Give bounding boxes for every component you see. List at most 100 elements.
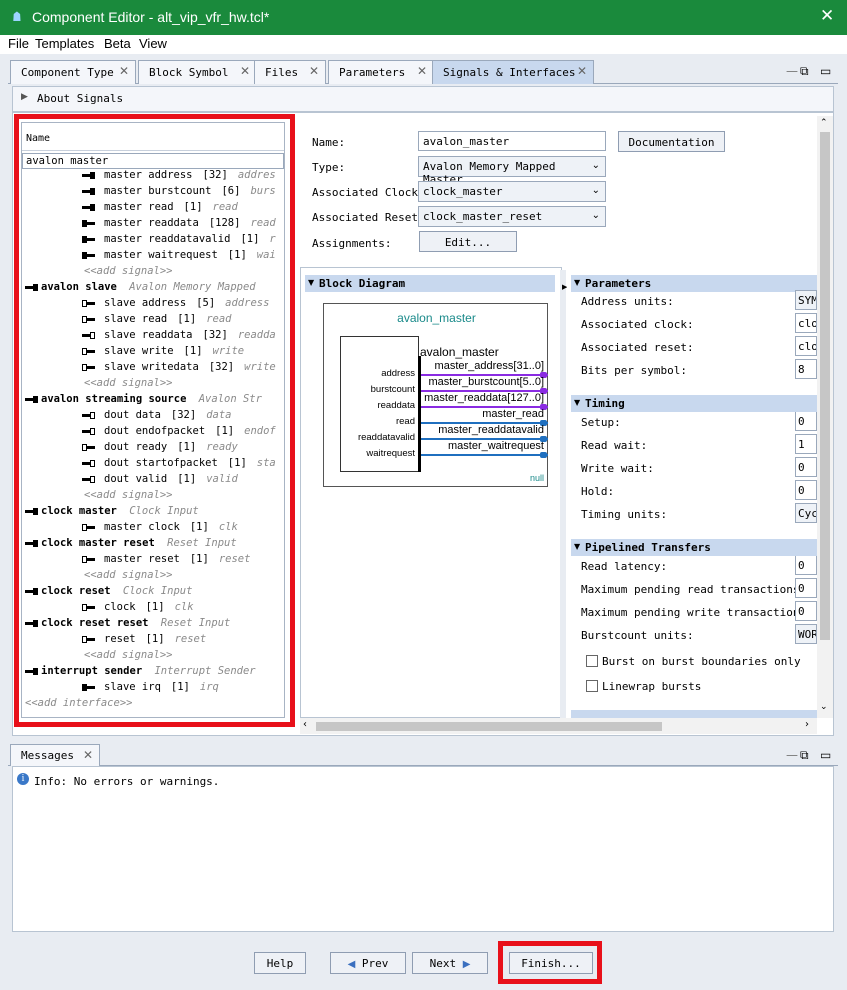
right-pin-label: master_readdatavalid xyxy=(438,424,544,436)
pin-wire xyxy=(421,454,548,456)
block-diagram-header[interactable]: ▼ Block Diagram xyxy=(305,275,555,292)
restore-icon[interactable]: ⧉ xyxy=(800,748,809,763)
param-label: Read wait: xyxy=(581,439,648,452)
left-pin-label: read xyxy=(395,416,415,427)
parameters-header[interactable]: ▼ Parameters xyxy=(571,275,817,292)
horizontal-scroll-thumb[interactable] xyxy=(316,722,662,731)
expand-triangle-icon[interactable]: ▶ xyxy=(21,92,28,102)
param-value[interactable]: clo xyxy=(795,313,817,333)
tab-label: Component Type xyxy=(21,66,114,79)
collapse-triangle-icon[interactable]: ▼ xyxy=(574,278,580,287)
maximize-icon[interactable]: ▭ xyxy=(820,64,831,78)
menu-templates[interactable]: Templates xyxy=(35,36,94,51)
tab-parameters[interactable]: Parameters ✕ xyxy=(328,60,434,84)
param-label: Read latency: xyxy=(581,560,668,573)
chevron-down-icon: ⌄ xyxy=(591,160,600,171)
param-value[interactable]: SYM xyxy=(795,290,817,310)
vertical-scroll-thumb[interactable] xyxy=(820,132,830,640)
close-tab-icon[interactable]: ✕ xyxy=(83,748,93,762)
minimize-icon[interactable]: — xyxy=(786,748,798,762)
reset-select-value: clock_master_reset xyxy=(423,210,543,223)
linewrap-checkbox[interactable] xyxy=(586,680,598,692)
param-label: Hold: xyxy=(581,485,615,498)
collapse-triangle-icon[interactable]: ▼ xyxy=(308,278,314,287)
param-value[interactable]: 0 xyxy=(795,457,817,477)
close-tab-icon[interactable]: ✕ xyxy=(577,64,587,78)
maximize-icon[interactable]: ▭ xyxy=(820,748,831,762)
diagram-title: avalon_master xyxy=(397,311,476,325)
tab-label: Files xyxy=(265,66,299,79)
about-signals-label: About Signals xyxy=(37,92,124,105)
tab-component-type[interactable]: Component Type ✕ xyxy=(10,60,136,84)
collapse-triangle-icon[interactable]: ▼ xyxy=(574,398,580,407)
timing-header[interactable]: ▼ Timing xyxy=(571,395,817,412)
param-value[interactable]: clo xyxy=(795,336,817,356)
tab-files[interactable]: Files ✕ xyxy=(254,60,326,84)
tab-signals-interfaces[interactable]: Signals & Interfaces ✕ xyxy=(432,60,594,84)
info-icon: i xyxy=(17,773,29,785)
name-label: Name: xyxy=(312,136,346,149)
param-value[interactable]: WOR xyxy=(795,624,817,644)
next-section-header[interactable] xyxy=(571,710,817,718)
scroll-left-icon[interactable]: ‹ xyxy=(303,719,307,730)
prev-button[interactable]: ◀ Prev xyxy=(330,952,406,974)
horizontal-scrollbar[interactable]: ‹ › xyxy=(300,718,817,734)
param-value[interactable]: 1 xyxy=(795,434,817,454)
burst-boundaries-checkbox[interactable] xyxy=(586,655,598,667)
param-value[interactable]: Cyc xyxy=(795,503,817,523)
pipelined-header[interactable]: ▼ Pipelined Transfers xyxy=(571,539,817,556)
next-label: Next xyxy=(429,957,457,970)
menu-view[interactable]: View xyxy=(139,36,167,51)
diagram-footer: null xyxy=(530,473,545,483)
pipelined-title: Pipelined Transfers xyxy=(585,541,711,554)
reset-select[interactable]: clock_master_reset ⌄ xyxy=(418,206,606,227)
param-value[interactable]: 8 xyxy=(795,359,817,379)
left-pin-label: waitrequest xyxy=(366,448,415,459)
param-value[interactable]: 0 xyxy=(795,411,817,431)
clock-label: Associated Clock: xyxy=(312,186,425,199)
menu-file[interactable]: File xyxy=(8,36,29,51)
param-value[interactable]: 0 xyxy=(795,555,817,575)
vertical-scrollbar[interactable]: ⌃ ⌄ xyxy=(817,116,833,718)
close-tab-icon[interactable]: ✕ xyxy=(417,64,427,78)
close-tab-icon[interactable]: ✕ xyxy=(240,64,250,78)
right-pin-label: master_waitrequest xyxy=(448,440,544,452)
tab-block-symbol[interactable]: Block Symbol ✕ xyxy=(138,60,257,84)
scroll-down-icon[interactable]: ⌄ xyxy=(820,702,828,712)
close-tab-icon[interactable]: ✕ xyxy=(119,64,129,78)
collapse-triangle-icon[interactable]: ▼ xyxy=(574,542,580,551)
window-title: Component Editor - alt_vip_vfr_hw.tcl* xyxy=(32,9,270,25)
chevron-down-icon: ⌄ xyxy=(591,185,600,196)
block-diagram: avalon_master avalon_master address burst… xyxy=(323,303,548,487)
tab-messages[interactable]: Messages ✕ xyxy=(10,744,100,766)
next-button[interactable]: Next ▶ xyxy=(412,952,488,974)
menu-beta[interactable]: Beta xyxy=(104,36,131,51)
about-signals-bar[interactable]: ▶ About Signals xyxy=(12,86,834,112)
param-value[interactable]: 0 xyxy=(795,480,817,500)
scroll-up-icon[interactable]: ⌃ xyxy=(820,118,828,128)
arrow-left-icon: ◀ xyxy=(347,959,356,970)
left-pin-label: burstcount xyxy=(370,384,415,395)
type-select[interactable]: Avalon Memory Mapped Master ⌄ xyxy=(418,156,606,186)
help-button[interactable]: Help xyxy=(254,952,306,974)
type-label: Type: xyxy=(312,161,346,174)
scroll-right-icon[interactable]: › xyxy=(805,719,809,730)
edit-assignments-button[interactable]: Edit... xyxy=(419,231,517,252)
clock-select[interactable]: clock_master ⌄ xyxy=(418,181,606,202)
param-value[interactable]: 0 xyxy=(795,601,817,621)
left-pin-label: readdatavalid xyxy=(357,432,415,443)
interface-title: avalon_master xyxy=(420,345,499,359)
close-icon[interactable]: ✕ xyxy=(820,6,834,26)
restore-icon[interactable]: ⧉ xyxy=(800,64,809,79)
param-label: Timing units: xyxy=(581,508,668,521)
pin-connector-icon[interactable] xyxy=(540,452,547,458)
name-field[interactable]: avalon_master xyxy=(418,131,606,151)
minimize-icon[interactable]: — xyxy=(786,64,798,78)
close-tab-icon[interactable]: ✕ xyxy=(309,64,319,78)
app-icon: ☗ xyxy=(13,10,21,25)
param-value[interactable]: 0 xyxy=(795,578,817,598)
menu-bar: File Templates Beta View xyxy=(0,35,847,54)
documentation-button[interactable]: Documentation xyxy=(618,131,725,152)
splitter[interactable] xyxy=(560,270,566,718)
linewrap-label: Linewrap bursts xyxy=(602,680,702,693)
